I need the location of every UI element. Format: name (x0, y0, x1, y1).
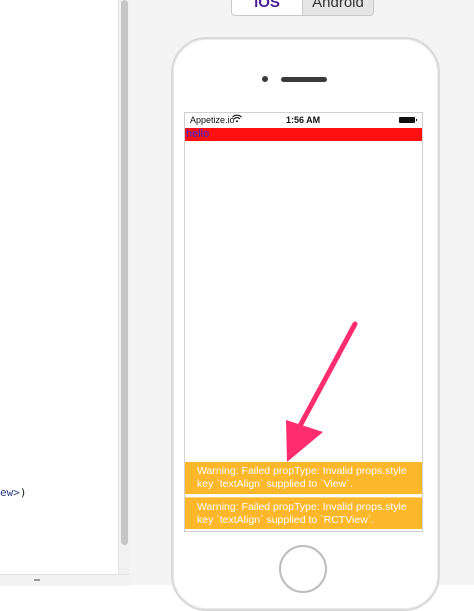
home-button[interactable] (279, 545, 327, 593)
phone-screen[interactable]: Appetize.io 1:56 AM hello Warning: Faile… (184, 112, 423, 532)
yellow-box-warning[interactable]: Warning: Failed propType: Invalid props.… (185, 462, 422, 494)
editor-bottom-bar (0, 574, 130, 586)
tab-ios[interactable]: iOS (232, 0, 303, 15)
warning-line: Warning: Failed propType: Invalid props.… (197, 465, 407, 477)
code-editor[interactable]: ew>) (0, 0, 118, 585)
bottom-bar-mark (34, 579, 40, 581)
carrier-label: Appetize.io (190, 115, 235, 125)
warning-line: Warning: Failed propType: Invalid props.… (197, 501, 407, 513)
battery-icon (399, 117, 417, 123)
wifi-icon-graphic (232, 114, 242, 123)
warning-line: key `textAlign` supplied to `View`. (197, 478, 353, 490)
code-paren: ) (19, 486, 27, 499)
status-bar: Appetize.io 1:56 AM (185, 113, 422, 128)
wifi-icon (232, 114, 242, 125)
code-fragment: ew> (0, 486, 20, 499)
status-time: 1:56 AM (286, 115, 321, 125)
hello-view: hello (185, 128, 422, 141)
yellow-box-warning[interactable]: Warning: Failed propType: Invalid props.… (185, 497, 422, 529)
code-line: ew>) (0, 486, 27, 499)
platform-tabs: iOS Android (231, 0, 374, 16)
editor-scrollbar-thumb[interactable] (121, 0, 128, 545)
earpiece-speaker (281, 77, 327, 82)
hello-text: hello (186, 128, 210, 140)
front-camera (262, 76, 268, 82)
tab-android[interactable]: Android (303, 0, 373, 15)
warning-line: key `textAlign` supplied to `RCTView`. (197, 514, 375, 526)
